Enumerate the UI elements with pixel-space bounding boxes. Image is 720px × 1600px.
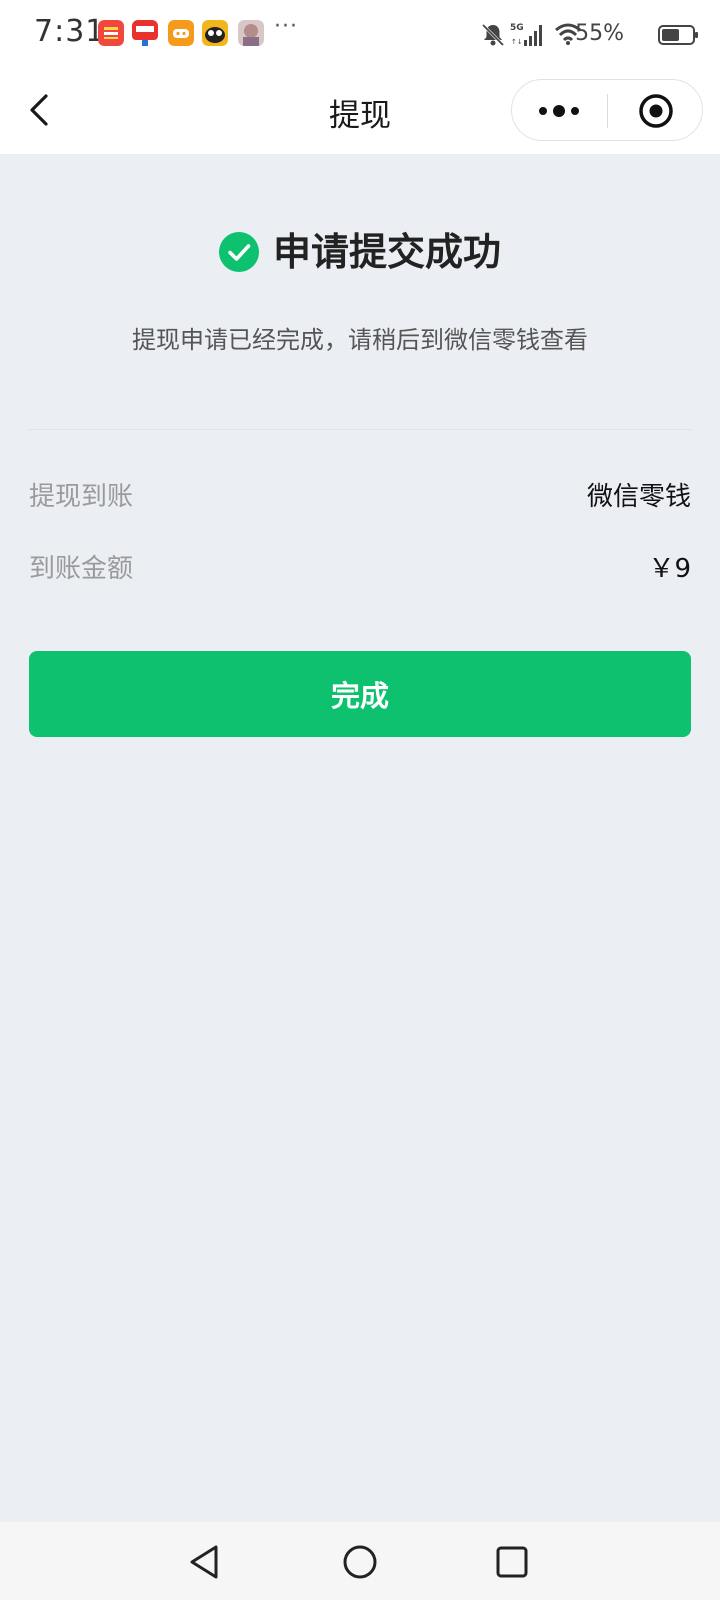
navigation-bar: 提现: [0, 68, 720, 154]
system-back-icon[interactable]: [186, 1542, 226, 1582]
capsule-divider: [607, 94, 608, 128]
cartoon-app-icon: [202, 20, 228, 46]
news-app-icon: [98, 20, 124, 46]
status-time: 7:31: [34, 14, 106, 49]
detail-row-destination: 提现到账 微信零钱: [29, 476, 691, 516]
detail-value: 微信零钱: [586, 482, 691, 512]
success-check-icon: [218, 232, 259, 272]
shopping-app-icon: [132, 20, 158, 46]
detail-label: 提现到账: [29, 482, 134, 512]
section-divider: [28, 429, 692, 430]
detail-label: 到账金额: [29, 554, 134, 584]
screen: 7:31 ··· 5G ↑↓ 55% 提现 申请提交成功 提现申请已经完成，请稍…: [0, 0, 720, 1600]
close-miniprogram-icon[interactable]: [637, 92, 675, 130]
battery-percent: 55%: [575, 21, 624, 46]
status-bar: 7:31 ··· 5G ↑↓ 55%: [0, 0, 720, 68]
success-title: 申请提交成功: [272, 230, 501, 274]
system-navigation-bar: [0, 1522, 720, 1600]
done-button[interactable]: 完成: [29, 651, 691, 737]
battery-icon: [658, 25, 698, 45]
anime-avatar-icon: [238, 20, 264, 46]
svg-text:↑↓: ↑↓: [511, 38, 523, 46]
mute-bell-icon: [481, 23, 505, 47]
detail-value: ￥9: [648, 554, 691, 584]
more-notifications-icon: ···: [274, 14, 298, 39]
status-indicators: 5G ↑↓ 55%: [480, 20, 700, 50]
game-controller-icon: [168, 20, 194, 46]
svg-text:5G: 5G: [510, 23, 524, 33]
success-description: 提现申请已经完成，请稍后到微信零钱查看: [132, 326, 588, 354]
system-home-icon[interactable]: [340, 1542, 380, 1582]
more-options-icon[interactable]: [534, 99, 584, 123]
system-recents-icon[interactable]: [492, 1542, 532, 1582]
success-header: 申请提交成功: [0, 226, 720, 278]
signal-5g-icon: 5G ↑↓: [510, 23, 542, 46]
miniprogram-capsule: [511, 79, 703, 141]
detail-row-amount: 到账金额 ￥9: [29, 548, 691, 588]
